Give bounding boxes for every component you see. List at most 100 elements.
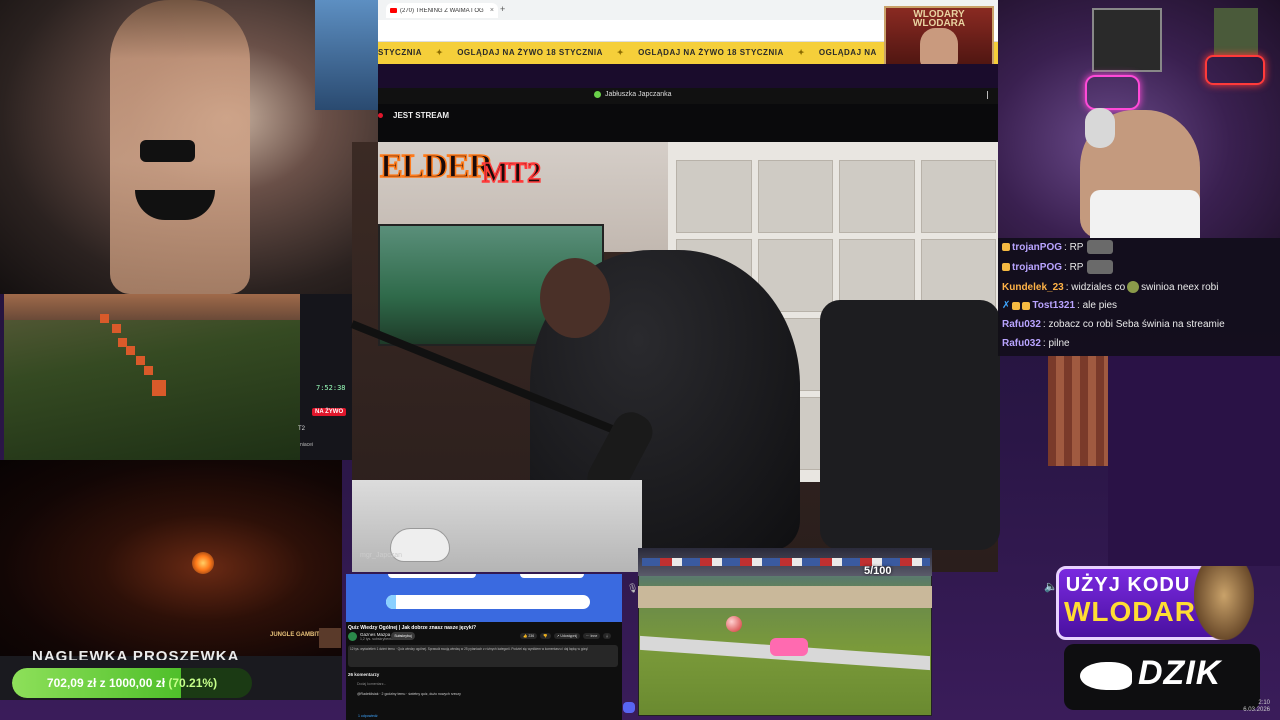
runway-video [0,0,378,294]
share-button[interactable]: ↗ Udostępnij [553,633,580,639]
cave-thumbnail [319,628,341,648]
channel-avatar[interactable] [348,632,357,641]
minecraft-block [112,324,121,333]
chat-username: trojanPOG [1012,241,1063,253]
minecraft-block [136,356,145,365]
promo-character [1194,566,1254,640]
minecraft-sidebar [300,294,352,460]
comments-count: 26 komentarzy [348,672,380,677]
raft [770,638,808,656]
youtube-video-pill [388,574,476,578]
channel-title: Jabłuszka Japczanka [594,91,672,98]
runway-backdrop [315,0,378,110]
shelf-cell [676,160,752,233]
donation-amount: 702,09 zł [46,676,97,690]
cave-watermark: JUNGLE GAMBIT [270,632,320,638]
live-badge: NA ŻYWO [312,408,347,416]
download-button[interactable]: ⤓ [603,633,611,639]
chat-username: Rafu032 [1002,338,1041,349]
stream-title-bar [378,88,998,104]
crown-badge-icon [1012,301,1021,310]
donation-title: NAGLEWKA PROSZEWKA [32,648,240,660]
star-icon: ✦ [616,48,625,57]
neon-bull-sign [1205,55,1265,85]
quiz-answer-bar [386,595,590,609]
minecraft-label: T2 [298,426,306,432]
browser-tab[interactable]: (270) TRENING Z WAIMA I OG × [386,3,498,18]
minecraft-block [144,366,153,375]
tab-title: (270) TRENING Z WAIMA I OG [400,7,484,14]
wall-record [1092,8,1162,72]
wlodary-mascot [920,28,958,68]
buoy [726,616,742,632]
shelf-cell [839,160,915,233]
more-button[interactable]: ⋯ Inne [582,633,601,639]
stream-status-bar [378,104,998,142]
marquee-item: OGLĄDAJ NA ŻYWO 18 STYCZNIA [638,48,784,57]
system-clock: 2:10 6.03.2026 [1236,700,1270,714]
emote-icon [1087,260,1114,274]
chat-message: Kundelek_23 : widziales co swinioa neex … [1002,281,1218,293]
shelf-cell [757,160,833,233]
star-icon: ✦ [797,48,805,57]
live-dot-icon [378,113,383,118]
minecraft-block [126,346,135,355]
torch-light [192,552,214,574]
sword-badge-icon: ✗ [1002,300,1011,311]
wlodary-logo-text: WLODARY WLODARA [912,9,966,29]
neon-sign [1085,75,1140,110]
streamer-head [540,258,610,338]
cam-nametag: mgr_Japczan [360,552,403,559]
add-comment-input[interactable]: Dodaj komentarz... [357,682,386,686]
wall-poster [1214,8,1258,56]
minecraft-block [100,314,109,323]
replies-link[interactable]: 1 odpowiedź [358,714,378,718]
chat-text: swinioa neex robi [1141,281,1219,293]
donation-separator: z [99,676,106,690]
minecraft-block [152,380,166,396]
mic-icon[interactable]: 🎙 [627,583,638,594]
chat-message: ✗ Tost1321 : ale pies [1002,300,1117,311]
chat-username: Tost1321 [1032,300,1076,311]
new-tab-button[interactable]: + [500,4,505,14]
subscribe-button[interactable]: Subskrybuj [391,632,415,640]
donation-goal: 1000,00 zł [108,676,166,690]
clock-date: 6.03.2026 [1243,707,1270,713]
purple-panel [1108,356,1280,566]
marquee-item: OGLĄDAJ NA [818,48,877,57]
chat-text: : ale pies [1077,300,1118,311]
discord-icon[interactable] [623,702,635,713]
shelf-cell [920,160,996,233]
youtube-description: 12 tys. wyświetleń 1 dzień temu · Quiz w… [350,647,589,651]
youtube-actions: 👍 236 👎 ↗ Udostępnij ⋯ Inne ⤓ [520,633,611,639]
marquee-track: STYCZNIA ✦ OGLĄDAJ NA ŻYWO 18 STYCZNIA ✦… [378,48,877,57]
comment: @Radeklisiak · 2 godziny temu · świetny … [357,692,461,696]
quiz-answer-progress [386,595,396,609]
star-icon: ✦ [436,48,444,57]
youtube-video-title: Quiz Wiedzy Ogólnej | Jak dobrze znasz n… [348,625,477,631]
close-icon[interactable]: × [490,7,494,14]
minecraft-video [4,294,300,460]
chat-text: : widziales co [1065,281,1126,293]
boar-icon [1080,662,1132,690]
purple-strip [378,64,998,88]
runway-outfit-top [140,140,195,162]
chat-text: : RP [1064,241,1084,253]
like-button[interactable]: 👍 236 [520,633,538,639]
clock-time: 2:10 [1258,700,1270,706]
flag-icon[interactable] [987,91,995,99]
gaming-chair [820,300,1000,550]
donation-progress-bar: 702,09 zł z 1000,00 zł (70.21%) [12,668,252,698]
minecraft-sky [4,294,300,320]
emote-icon [1127,281,1140,293]
river-bank [638,586,932,608]
minecraft-small-text: niacei [300,442,314,448]
chat-username: Kundelek_23 [1002,281,1064,293]
chat-message: trojanPOG : RP [1002,240,1114,254]
chat-message: trojanPOG : RP [1002,260,1114,274]
donation-progress-text: 702,09 zł z 1000,00 zł (70.21%) [12,668,252,698]
chat-message: Rafu032 : pilne [1002,338,1070,349]
dislike-button[interactable]: 👎 [540,633,551,639]
donation-percent: (70.21%) [168,676,218,690]
marquee-item: STYCZNIA [378,48,422,57]
